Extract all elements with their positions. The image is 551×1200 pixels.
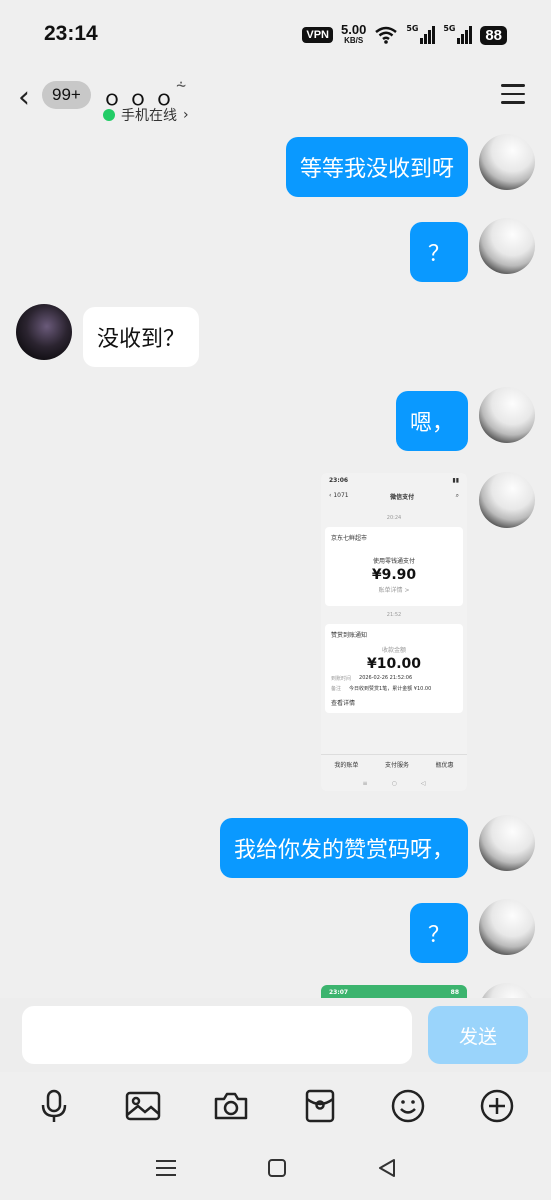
emoji-icon[interactable] — [388, 1086, 428, 1126]
shot-reward-card: 赞赏到账通知 收款金额 ¥10.00 到账时间 2026-02-26 21:52:… — [325, 624, 463, 713]
online-status[interactable]: 手机在线 › — [103, 105, 189, 125]
online-dot-icon — [103, 109, 115, 121]
shot-timestamp: 21:52 — [386, 612, 402, 618]
shot-time: 23:06 — [329, 477, 349, 484]
shot-amount: ¥9.90 — [371, 567, 417, 583]
status-icons: VPN 5.00 KB/S 5G 5G 88 — [302, 23, 507, 46]
message-bubble[interactable]: 等等我没收到呀 — [285, 137, 468, 197]
peek-battery: 88 — [450, 989, 459, 996]
home-square-icon[interactable] — [267, 1158, 287, 1182]
image-message[interactable]: 23:06 ▮▮ ‹ 1071 微信支付 ⌕ 20:24 京东七鲜超市 使用零钱通… — [321, 473, 467, 791]
my-avatar[interactable] — [479, 387, 535, 443]
input-bar: 发送 — [0, 998, 551, 1072]
camera-icon[interactable] — [211, 1086, 251, 1126]
ear-icon[interactable]: ⸞ — [176, 74, 186, 98]
contact-avatar[interactable] — [16, 304, 72, 360]
my-avatar[interactable] — [479, 218, 535, 274]
message-bubble[interactable]: 我给你发的赞赏码呀， — [219, 818, 468, 878]
shot-status-icons: ▮▮ — [452, 477, 459, 484]
my-avatar[interactable] — [479, 472, 535, 528]
shot-payment-card: 京东七鲜超市 使用零钱通支付 ¥9.90 账单详情 > — [325, 527, 463, 606]
shot-footer-item: 我的账单 — [334, 762, 359, 769]
message-input[interactable] — [22, 1006, 412, 1064]
network-speed-unit: KB/S — [344, 36, 364, 45]
message-bubble[interactable]: ？ — [409, 222, 468, 282]
back-chevron-icon[interactable]: ‹ — [18, 80, 30, 115]
shot-time-value: 2026-02-26 21:52:06 — [359, 675, 413, 681]
status-time: 23:14 — [44, 22, 98, 45]
shot-footer-item: 瓶优惠 — [435, 762, 454, 769]
shot-footer: 我的账单 支付服务 瓶优惠 — [321, 754, 467, 769]
microphone-icon[interactable] — [34, 1086, 74, 1126]
message-bubble[interactable]: ？ — [409, 903, 468, 963]
my-avatar[interactable] — [479, 983, 535, 998]
unread-badge[interactable]: 99+ — [42, 81, 91, 109]
shot-timestamp: 20:24 — [386, 515, 402, 521]
shot-back: ‹ 1071 — [329, 492, 349, 499]
wifi-icon — [375, 26, 398, 44]
send-button[interactable]: 发送 — [428, 1006, 528, 1064]
recents-menu-icon[interactable] — [155, 1159, 177, 1181]
red-packet-icon[interactable] — [300, 1086, 340, 1126]
my-avatar[interactable] — [479, 815, 535, 871]
shot-note-label: 备注 — [331, 686, 342, 692]
message-list[interactable]: 等等我没收到呀 ？ 没收到？ 嗯， 23:06 ▮▮ ‹ 1071 微信支付 ⌕ … — [0, 130, 551, 998]
shot-card-title: 赞赏到账通知 — [331, 632, 368, 639]
shot-search-icon: ⌕ — [455, 492, 459, 499]
cell-signal-2-icon: 5G — [443, 24, 473, 44]
system-nav-bar — [0, 1140, 551, 1200]
shot-time-label: 到账时间 — [331, 676, 352, 682]
shot-view-detail: 查看详情 — [331, 700, 356, 707]
my-avatar[interactable] — [479, 134, 535, 190]
status-bar: 23:14 VPN 5.00 KB/S 5G 5G 88 — [0, 0, 551, 70]
shot-badge: 1071 — [333, 492, 349, 499]
chevron-right-icon: › — [183, 107, 189, 123]
message-bubble[interactable]: 嗯， — [395, 391, 468, 451]
shot-merchant: 京东七鲜超市 — [331, 535, 368, 542]
chat-header: ‹ 99+ ｏｏｏ ⸞ 手机在线 › — [0, 72, 551, 132]
vpn-badge: VPN — [302, 27, 333, 43]
back-triangle-icon[interactable] — [377, 1158, 397, 1182]
image-icon[interactable] — [123, 1086, 163, 1126]
network-speed: 5.00 KB/S — [341, 23, 366, 46]
shot-note-value: 今日收到赞赏1笔，累计金额 ¥10.00 — [349, 686, 432, 692]
shot-title: 微信支付 — [390, 494, 415, 501]
shot-pay-method: 使用零钱通支付 — [372, 558, 415, 565]
shot-received-label: 收款金额 — [381, 647, 406, 654]
shot-detail-link: 账单详情 > — [378, 587, 410, 594]
shot-navbar: ≡ ○ ◁ — [362, 780, 426, 787]
shot-footer-item: 支付服务 — [384, 762, 409, 769]
input-toolbar — [0, 1072, 551, 1140]
online-status-label: 手机在线 — [121, 108, 177, 124]
peek-time: 23:07 — [329, 989, 349, 996]
menu-icon[interactable] — [501, 84, 525, 110]
battery-level: 88 — [480, 25, 507, 45]
image-message-preview[interactable]: 23:07 88 — [321, 985, 467, 998]
my-avatar[interactable] — [479, 899, 535, 955]
plus-icon[interactable] — [477, 1086, 517, 1126]
message-bubble[interactable]: 没收到？ — [83, 307, 200, 367]
cell-signal-1-icon: 5G — [406, 24, 436, 44]
shot-amount: ¥10.00 — [366, 656, 422, 672]
